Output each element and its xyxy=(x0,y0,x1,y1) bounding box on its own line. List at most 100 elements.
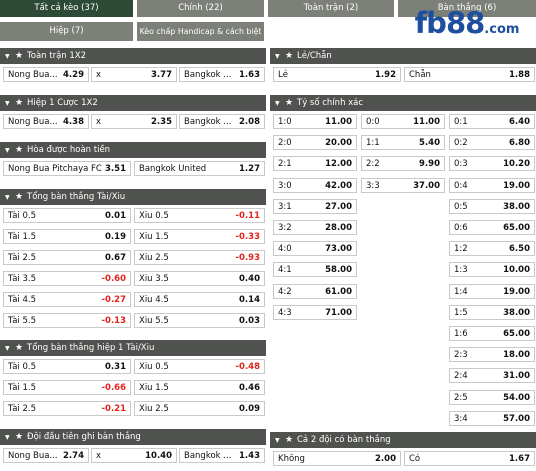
odds-value: -0.13 xyxy=(101,316,127,326)
star-icon[interactable]: ★ xyxy=(15,48,27,64)
odds-over[interactable]: Tài 0.5 0.01 xyxy=(3,208,131,223)
odds-over[interactable]: Tài 1.5 0.19 xyxy=(3,229,131,244)
star-icon[interactable]: ★ xyxy=(285,95,297,111)
odds-yes[interactable]: Có 1.67 xyxy=(404,451,535,466)
odds-over[interactable]: Tài 2.5 -0.21 xyxy=(3,401,131,416)
odds-under[interactable]: Xiu 0.5 -0.48 xyxy=(134,359,265,374)
section-header[interactable]: ▼ ★ Tổng bàn thắng Tài/Xiu xyxy=(0,189,266,205)
odds-home[interactable]: Nong Bua... 4.29 xyxy=(3,67,89,82)
correct-score-away[interactable]: 0:5 38.00 xyxy=(449,198,535,214)
odds-home[interactable]: Nong Bua... 2.74 xyxy=(3,448,89,463)
odds-under[interactable]: Xiu 3.5 0.40 xyxy=(134,271,265,286)
star-icon[interactable]: ★ xyxy=(285,48,297,64)
correct-score-away[interactable]: 0:4 19.00 xyxy=(449,177,535,193)
odds-value: 37.00 xyxy=(413,180,440,191)
correct-score-home[interactable]: 4:3 71.00 xyxy=(273,304,357,320)
odds-draw[interactable]: x 2.35 xyxy=(91,114,177,129)
correct-score-away[interactable]: 1:2 6.50 xyxy=(449,241,535,257)
odds-under[interactable]: Xiu 5.5 0.03 xyxy=(134,313,265,328)
correct-score-home[interactable]: 1:0 11.00 xyxy=(273,114,357,129)
correct-score-draw[interactable]: 3:3 37.00 xyxy=(361,177,445,193)
odds-under[interactable]: Xiu 0.5 -0.11 xyxy=(134,208,265,223)
odds-under[interactable]: Xiu 4.5 0.14 xyxy=(134,292,265,307)
odds-over[interactable]: Tài 0.5 0.31 xyxy=(3,359,131,374)
odds-home[interactable]: Nong Bua... 4.38 xyxy=(3,114,89,129)
correct-score-home[interactable]: 2:0 20.00 xyxy=(273,135,357,151)
section-header[interactable]: ▼ ★ Hòa được hoàn tiền xyxy=(0,142,266,158)
correct-score-away[interactable]: 0:2 6.80 xyxy=(449,135,535,151)
odds-over[interactable]: Tài 3.5 -0.60 xyxy=(3,271,131,286)
odds-away[interactable]: Bangkok United 1.27 xyxy=(134,161,265,176)
odds-away[interactable]: Bangkok ... 1.43 xyxy=(179,448,265,463)
odds-over[interactable]: Tài 4.5 -0.27 xyxy=(3,292,131,307)
odds-under[interactable]: Xiu 2.5 0.09 xyxy=(134,401,265,416)
section-header[interactable]: ▼ ★ Tỷ số chính xác xyxy=(270,95,536,111)
star-icon[interactable]: ★ xyxy=(15,340,27,356)
correct-score-away[interactable]: 2:4 31.00 xyxy=(449,368,535,384)
correct-score-home[interactable]: 3:1 27.00 xyxy=(273,198,357,214)
odds-row: Tài 1.5 -0.66 Xiu 1.5 0.46 xyxy=(0,377,266,398)
star-icon[interactable]: ★ xyxy=(15,189,27,205)
odds-draw[interactable]: x 10.40 xyxy=(91,448,177,463)
section-header[interactable]: ▼ ★ Đội đầu tiên ghi bàn thắng xyxy=(0,429,266,445)
odds-under[interactable]: Xiu 1.5 -0.33 xyxy=(134,229,265,244)
selection-label: 4:3 xyxy=(278,307,292,318)
star-icon[interactable]: ★ xyxy=(15,142,27,158)
correct-score-draw[interactable]: 1:1 5.40 xyxy=(361,135,445,151)
correct-score-home[interactable]: 4:2 61.00 xyxy=(273,283,357,299)
odds-value: 10.00 xyxy=(503,265,530,276)
correct-score-away[interactable]: 2:5 54.00 xyxy=(449,389,535,405)
section-title: Tổng bàn thắng hiệp 1 Tài/Xiu xyxy=(27,343,155,353)
section-header[interactable]: ▼ ★ Hiệp 1 Cược 1X2 xyxy=(0,95,266,111)
correct-score-away[interactable]: 1:4 19.00 xyxy=(449,283,535,299)
correct-score-away[interactable]: 1:3 10.00 xyxy=(449,262,535,278)
odds-over[interactable]: Tài 1.5 -0.66 xyxy=(3,380,131,395)
correct-score-draw[interactable]: 2:2 9.90 xyxy=(361,156,445,172)
correct-score-away[interactable]: 2:3 18.00 xyxy=(449,347,535,363)
odds-away[interactable]: Bangkok ... 2.08 xyxy=(179,114,265,129)
odds-odd[interactable]: Lẻ 1.92 xyxy=(273,67,401,82)
selection-label: Tài 0.5 xyxy=(8,362,36,372)
odds-draw[interactable]: x 3.77 xyxy=(91,67,177,82)
odds-value: 18.00 xyxy=(503,350,530,361)
correct-score-home[interactable]: 3:0 42.00 xyxy=(273,177,357,193)
correct-score-away[interactable]: 1:6 65.00 xyxy=(449,326,535,341)
odds-value: -0.60 xyxy=(101,274,127,284)
tab-main[interactable]: Chính (22) xyxy=(137,0,264,17)
correct-score-away[interactable]: 1:5 38.00 xyxy=(449,304,535,320)
selection-label: 1:2 xyxy=(454,244,468,255)
star-icon[interactable]: ★ xyxy=(15,95,27,111)
star-icon[interactable]: ★ xyxy=(285,432,297,448)
correct-score-draw[interactable]: 0:0 11.00 xyxy=(361,114,445,129)
tab-handicap[interactable]: Kèo chấp Handicap & cách biệt (1) xyxy=(137,22,264,55)
odds-over[interactable]: Tài 5.5 -0.13 xyxy=(3,313,131,328)
odds-under[interactable]: Xiu 1.5 0.46 xyxy=(134,380,265,395)
section-header[interactable]: ▼ ★ Toàn trận 1X2 xyxy=(0,48,266,64)
both-teams-to-score-section: ▼ ★ Cả 2 đội có bàn thắng Không 2.00 Có 1.67 xyxy=(270,432,536,469)
tab-all-markets[interactable]: Tất cả kèo (37) xyxy=(0,0,133,17)
correct-score-away[interactable]: 3:4 57.00 xyxy=(449,410,535,426)
correct-score-home[interactable]: 4:0 73.00 xyxy=(273,241,357,257)
total-goals-section: ▼ ★ Tổng bàn thắng Tài/Xiu Tài 0.5 0.01 Xiu … xyxy=(0,189,266,331)
correct-score-home[interactable]: 3:2 28.00 xyxy=(273,220,357,235)
selection-label: 0:5 xyxy=(454,201,468,212)
correct-score-home[interactable]: 4:1 58.00 xyxy=(273,262,357,278)
correct-score-home[interactable]: 2:1 12.00 xyxy=(273,156,357,172)
odds-away[interactable]: Bangkok ... 1.63 xyxy=(179,67,265,82)
star-icon[interactable]: ★ xyxy=(15,429,27,445)
correct-score-away[interactable]: 0:3 10.20 xyxy=(449,156,535,172)
odds-even[interactable]: Chẵn 1.88 xyxy=(404,67,535,82)
selection-label: Tài 3.5 xyxy=(8,274,36,284)
section-header[interactable]: ▼ ★ Cả 2 đội có bàn thắng xyxy=(270,432,536,448)
tab-half[interactable]: Hiệp (7) xyxy=(0,22,133,41)
correct-score-away[interactable]: 0:1 6.40 xyxy=(449,114,535,129)
odds-under[interactable]: Xiu 2.5 -0.93 xyxy=(134,250,265,265)
odds-over[interactable]: Tài 2.5 0.67 xyxy=(3,250,131,265)
tab-full-time[interactable]: Toàn trận (2) xyxy=(268,0,394,17)
section-header[interactable]: ▼ ★ Lẻ/Chẵn xyxy=(270,48,536,64)
odds-no[interactable]: Không 2.00 xyxy=(273,451,401,466)
section-title: Lẻ/Chẵn xyxy=(297,51,332,61)
odds-home[interactable]: Nong Bua Pitchaya FC 3.51 xyxy=(3,161,131,176)
section-header[interactable]: ▼ ★ Tổng bàn thắng hiệp 1 Tài/Xiu xyxy=(0,340,266,356)
correct-score-away[interactable]: 0:6 65.00 xyxy=(449,220,535,235)
